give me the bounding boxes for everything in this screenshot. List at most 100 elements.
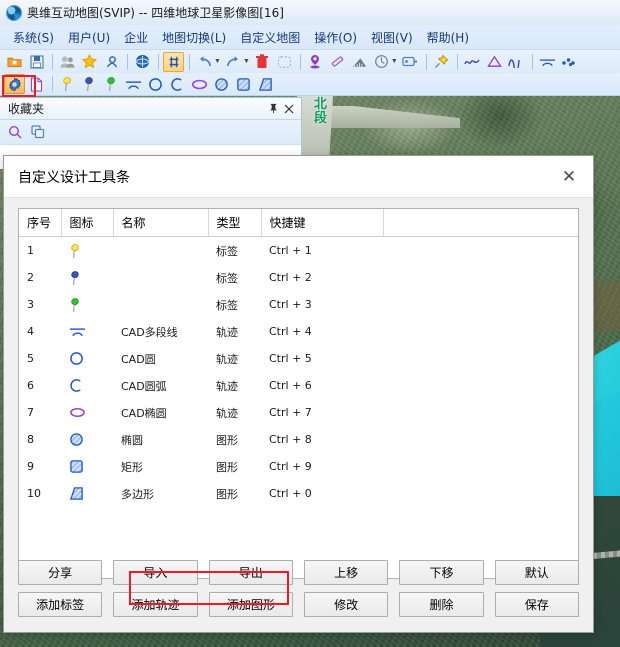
table-row[interactable]: 4 CAD多段线 轨迹 Ctrl + 4 bbox=[19, 318, 578, 345]
design-toolbar bbox=[0, 73, 620, 96]
table-row[interactable]: 1 标签 Ctrl + 1 bbox=[19, 237, 578, 265]
table-row[interactable]: 8 椭圆 图形 Ctrl + 8 bbox=[19, 426, 578, 453]
favorites-header: 收藏夹 bbox=[0, 98, 301, 120]
chevron-down-icon[interactable]: ▼ bbox=[214, 58, 221, 65]
pushpin-blue-icon[interactable] bbox=[79, 74, 100, 94]
toolbar-separator bbox=[300, 54, 301, 70]
save-disk-icon[interactable] bbox=[26, 52, 47, 72]
cad-ellipse-icon[interactable] bbox=[189, 74, 210, 94]
cad-polyline-icon bbox=[61, 318, 113, 345]
add-label-button[interactable]: 添加标签 bbox=[18, 592, 102, 617]
table-row[interactable]: 3 标签 Ctrl + 3 bbox=[19, 291, 578, 318]
triangle-icon[interactable] bbox=[484, 52, 505, 72]
shape-polygon-icon[interactable] bbox=[255, 74, 276, 94]
application-window: 北段 奥维互动地图(SVIP) -- 四维地球卫星影像图[16] 系统(S) 用… bbox=[0, 0, 620, 647]
gear-settings-icon[interactable] bbox=[4, 74, 25, 94]
copy-icon[interactable] bbox=[31, 125, 45, 139]
row-index: 6 bbox=[19, 372, 61, 399]
row-type: 轨迹 bbox=[208, 345, 261, 372]
cad-arc-icon[interactable] bbox=[167, 74, 188, 94]
share-button[interactable]: 分享 bbox=[18, 560, 102, 585]
dialog-button-row-1: 分享 导入 导出 上移 下移 默认 bbox=[18, 560, 579, 585]
design-toolbar-icon[interactable] bbox=[163, 52, 184, 72]
user-group-icon[interactable] bbox=[57, 52, 78, 72]
pushpin-green-icon[interactable] bbox=[101, 74, 122, 94]
menu-item-custom-map[interactable]: 自定义地图 bbox=[233, 27, 307, 48]
measure-icon[interactable] bbox=[327, 52, 348, 72]
column-header-shortcut[interactable]: 快捷键 bbox=[261, 209, 383, 237]
cad-polyline-icon[interactable] bbox=[123, 74, 144, 94]
delete-button[interactable]: 删除 bbox=[399, 592, 483, 617]
close-icon[interactable]: ✕ bbox=[557, 165, 581, 189]
export-button[interactable]: 导出 bbox=[209, 560, 293, 585]
pin-icon[interactable] bbox=[265, 101, 281, 117]
search-icon[interactable] bbox=[8, 125, 22, 139]
ruler-icon[interactable] bbox=[349, 52, 370, 72]
cad-ellipse-icon bbox=[61, 399, 113, 426]
shape-ellipse-icon[interactable] bbox=[211, 74, 232, 94]
toolbar-items-table-container[interactable]: 序号 图标 名称 类型 快捷键 1 bbox=[18, 208, 579, 579]
table-row[interactable]: 7 CAD椭圆 轨迹 Ctrl + 7 bbox=[19, 399, 578, 426]
row-type: 标签 bbox=[208, 237, 261, 265]
table-row[interactable]: 10 多边形 图形 Ctrl + 0 bbox=[19, 480, 578, 507]
redo-icon[interactable] bbox=[223, 52, 244, 72]
star-icon[interactable] bbox=[79, 52, 100, 72]
import-button[interactable]: 导入 bbox=[113, 560, 197, 585]
menu-item-user[interactable]: 用户(U) bbox=[61, 27, 117, 48]
table-row[interactable]: 9 矩形 图形 Ctrl + 9 bbox=[19, 453, 578, 480]
shape-rect-icon[interactable] bbox=[233, 74, 254, 94]
move-down-button[interactable]: 下移 bbox=[399, 560, 483, 585]
column-header-type[interactable]: 类型 bbox=[208, 209, 261, 237]
compass-icon[interactable] bbox=[371, 52, 392, 72]
curve-icon[interactable] bbox=[462, 52, 483, 72]
default-button[interactable]: 默认 bbox=[495, 560, 579, 585]
dialog-titlebar: 自定义设计工具条 ✕ bbox=[4, 156, 593, 198]
table-row[interactable]: 5 CAD圆 轨迹 Ctrl + 5 bbox=[19, 345, 578, 372]
track-icon[interactable] bbox=[101, 52, 122, 72]
menu-item-help[interactable]: 帮助(H) bbox=[420, 27, 476, 48]
arc-icon[interactable] bbox=[537, 52, 558, 72]
modify-button[interactable]: 修改 bbox=[304, 592, 388, 617]
save-button[interactable]: 保存 bbox=[495, 592, 579, 617]
cad-circle-icon[interactable] bbox=[145, 74, 166, 94]
row-index: 10 bbox=[19, 480, 61, 507]
chevron-down-icon[interactable]: ▼ bbox=[243, 58, 250, 65]
add-shape-button[interactable]: 添加图形 bbox=[209, 592, 293, 617]
marquee-select-icon[interactable] bbox=[274, 52, 295, 72]
add-track-button[interactable]: 添加轨迹 bbox=[113, 592, 197, 617]
menu-item-operation[interactable]: 操作(O) bbox=[307, 27, 364, 48]
map-label-beiduan: 北段 bbox=[314, 98, 330, 126]
open-folder-icon[interactable] bbox=[4, 52, 25, 72]
menu-item-view[interactable]: 视图(V) bbox=[364, 27, 420, 48]
menu-item-map-switch[interactable]: 地图切换(L) bbox=[155, 27, 233, 48]
move-up-button[interactable]: 上移 bbox=[304, 560, 388, 585]
delete-trash-icon[interactable] bbox=[252, 52, 273, 72]
row-type: 轨迹 bbox=[208, 372, 261, 399]
row-name: CAD多段线 bbox=[113, 318, 208, 345]
place-marker-icon[interactable] bbox=[305, 52, 326, 72]
menu-item-enterprise[interactable]: 企业 bbox=[117, 27, 155, 48]
column-header-icon[interactable]: 图标 bbox=[61, 209, 113, 237]
3d-globe-icon[interactable] bbox=[132, 52, 153, 72]
scatter-dots-icon[interactable] bbox=[559, 52, 580, 72]
toolbar-separator bbox=[52, 54, 53, 70]
pushpin-yellow-icon[interactable] bbox=[57, 74, 78, 94]
row-type: 轨迹 bbox=[208, 318, 261, 345]
undo-icon[interactable] bbox=[194, 52, 215, 72]
wave-icon[interactable] bbox=[506, 52, 527, 72]
table-row[interactable]: 6 CAD圆弧 轨迹 Ctrl + 6 bbox=[19, 372, 578, 399]
new-page-icon[interactable] bbox=[26, 74, 47, 94]
column-header-index[interactable]: 序号 bbox=[19, 209, 61, 237]
row-shortcut: Ctrl + 3 bbox=[261, 291, 383, 318]
pushpin-green-icon bbox=[61, 291, 113, 318]
chevron-down-icon[interactable]: ▼ bbox=[391, 58, 398, 65]
table-row[interactable]: 2 标签 Ctrl + 2 bbox=[19, 264, 578, 291]
favorites-title: 收藏夹 bbox=[8, 100, 265, 117]
column-header-name[interactable]: 名称 bbox=[113, 209, 208, 237]
label-box-icon[interactable] bbox=[400, 52, 421, 72]
custom-design-toolbar-dialog: 自定义设计工具条 ✕ 序号 图标 名称 类型 快捷键 bbox=[3, 155, 594, 633]
pushpin-blue-icon bbox=[61, 264, 113, 291]
pushpin-icon[interactable] bbox=[431, 52, 452, 72]
close-icon[interactable] bbox=[281, 101, 297, 117]
menu-item-system[interactable]: 系统(S) bbox=[6, 27, 61, 48]
